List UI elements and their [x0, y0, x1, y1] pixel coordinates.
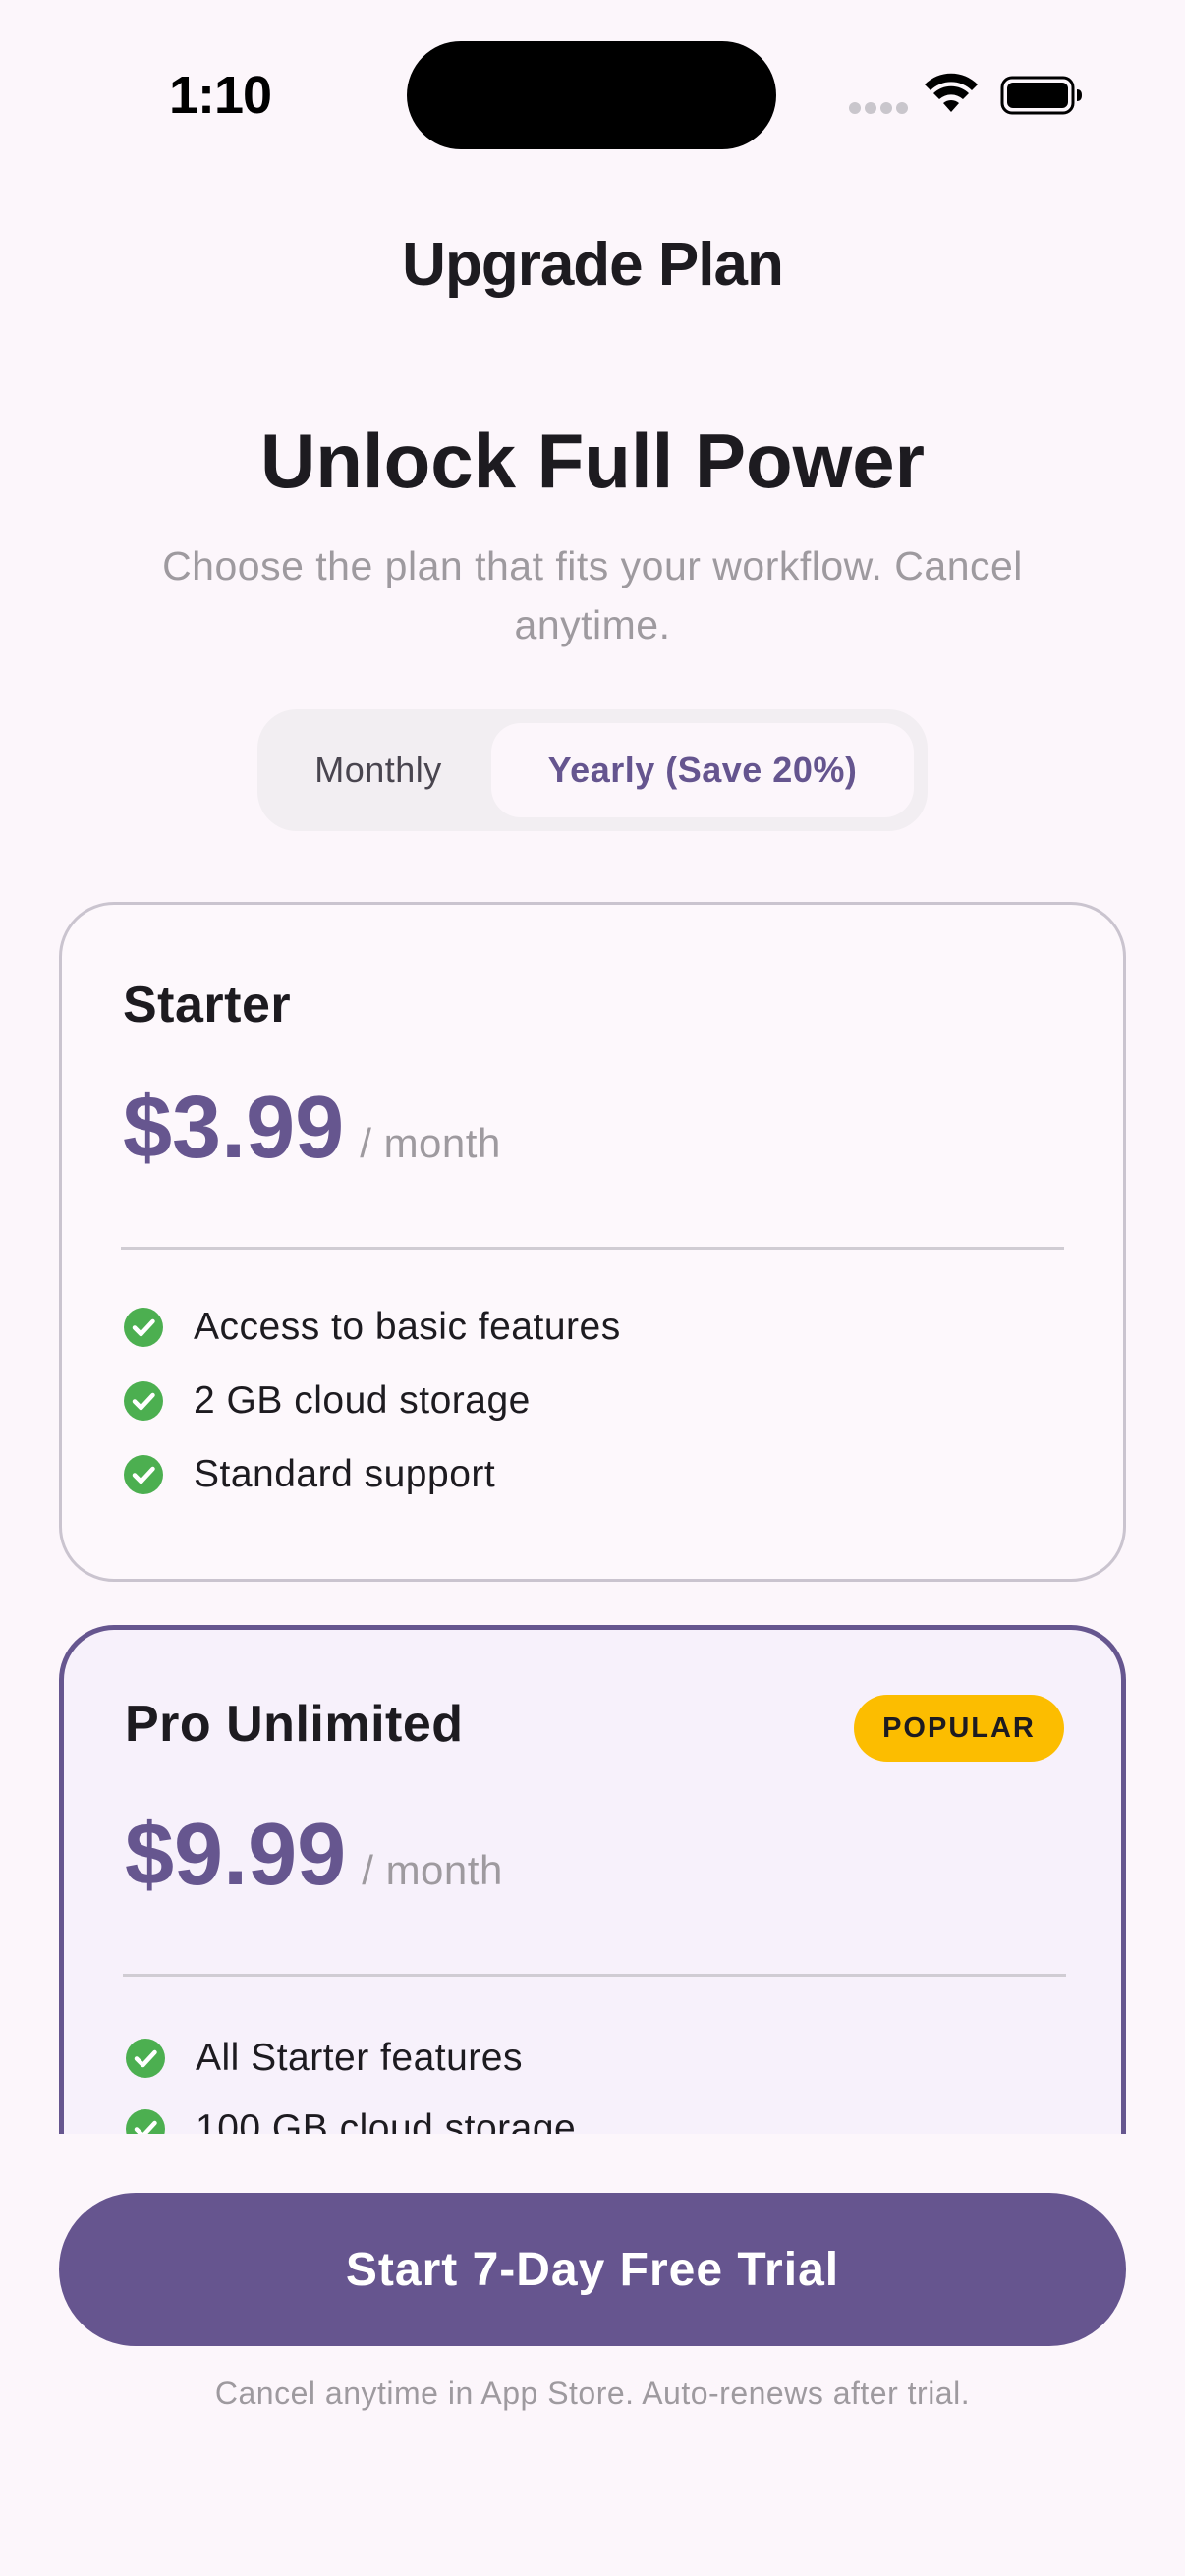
price-row: $9.99 / month: [125, 1805, 503, 1906]
status-bar: 1:10: [0, 0, 1185, 157]
renewal-footnote: Cancel anytime in App Store. Auto-renews…: [214, 2376, 971, 2411]
billing-period-toggle: Monthly Yearly (Save 20%): [257, 709, 928, 831]
wifi-icon: [925, 73, 978, 112]
plan-card-starter[interactable]: Starter $3.99 / month Access to basic fe…: [59, 902, 1126, 1582]
battery-icon: [1000, 76, 1082, 115]
cellular-signal-icon: [849, 102, 908, 116]
page-title: Upgrade Plan: [402, 231, 784, 299]
price-row: $3.99 / month: [123, 1078, 501, 1179]
feature-text: 2 GB cloud storage: [194, 1379, 531, 1422]
feature-text: Access to basic features: [194, 1306, 621, 1348]
upgrade-plan-screen: 1:10 Upgrade Plan Unlock Full Power Choo…: [0, 0, 1185, 2576]
dynamic-island: [407, 41, 776, 149]
feature-item: Standard support: [123, 1453, 495, 1496]
popular-badge: POPULAR: [854, 1695, 1064, 1762]
start-free-trial-button[interactable]: Start 7-Day Free Trial: [59, 2193, 1126, 2346]
toggle-yearly[interactable]: Yearly (Save 20%): [491, 723, 914, 817]
plan-name: Pro Unlimited: [125, 1696, 464, 1753]
feature-item: Access to basic features: [123, 1306, 621, 1349]
feature-text: Standard support: [194, 1453, 496, 1495]
plan-period: / month: [360, 1120, 501, 1166]
check-circle-icon: [124, 1381, 163, 1421]
plan-price: $3.99: [123, 1079, 345, 1177]
feature-item: All Starter features: [125, 2037, 523, 2080]
hero-subtitle: Choose the plan that fits your workflow.…: [162, 543, 1023, 647]
check-circle-icon: [124, 1308, 163, 1347]
divider: [121, 1247, 1064, 1250]
divider: [123, 1974, 1066, 1977]
plan-name: Starter: [123, 977, 292, 1034]
feature-text: All Starter features: [196, 2037, 523, 2079]
toggle-monthly[interactable]: Monthly: [271, 723, 485, 817]
plan-price: $9.99: [125, 1806, 347, 1904]
feature-item: 2 GB cloud storage: [123, 1379, 531, 1423]
check-circle-icon: [124, 1455, 163, 1494]
check-circle-icon: [126, 2039, 165, 2078]
plan-period: / month: [362, 1847, 503, 1893]
status-time: 1:10: [169, 66, 272, 125]
hero-headline: Unlock Full Power: [259, 418, 926, 504]
